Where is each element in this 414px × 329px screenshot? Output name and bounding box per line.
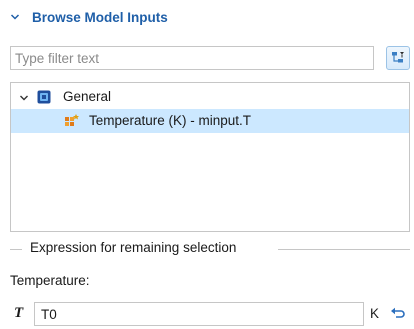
reset-button[interactable] bbox=[388, 303, 408, 323]
filter-tree-button[interactable] bbox=[386, 46, 410, 70]
model-input-icon bbox=[65, 114, 79, 126]
unit-label: K bbox=[370, 306, 380, 321]
filter-tree-icon bbox=[392, 52, 404, 63]
node-group-icon bbox=[37, 90, 51, 104]
filter-row bbox=[10, 46, 410, 72]
reset-arrow-icon bbox=[391, 307, 405, 318]
temperature-caption: Temperature: bbox=[10, 273, 90, 288]
tree-item-label: General bbox=[63, 89, 112, 104]
temperature-value-input[interactable] bbox=[34, 302, 364, 326]
tree-item-label: Temperature (K) - minput.T bbox=[89, 113, 252, 128]
variable-symbol: T bbox=[14, 305, 24, 321]
tree-item-temperature[interactable]: Temperature (K) - minput.T bbox=[11, 109, 409, 133]
chevron-down-icon bbox=[10, 14, 20, 20]
section-header-browse-model-inputs[interactable]: Browse Model Inputs bbox=[10, 6, 168, 28]
tree-item-general[interactable]: General bbox=[11, 85, 409, 109]
expression-group-title: Expression for remaining selection bbox=[28, 240, 239, 255]
section-title: Browse Model Inputs bbox=[32, 9, 168, 25]
chevron-down-icon[interactable] bbox=[19, 93, 29, 103]
model-inputs-tree[interactable]: General Temperature (K) - minput.T bbox=[10, 82, 410, 232]
filter-text-input[interactable] bbox=[10, 46, 374, 70]
